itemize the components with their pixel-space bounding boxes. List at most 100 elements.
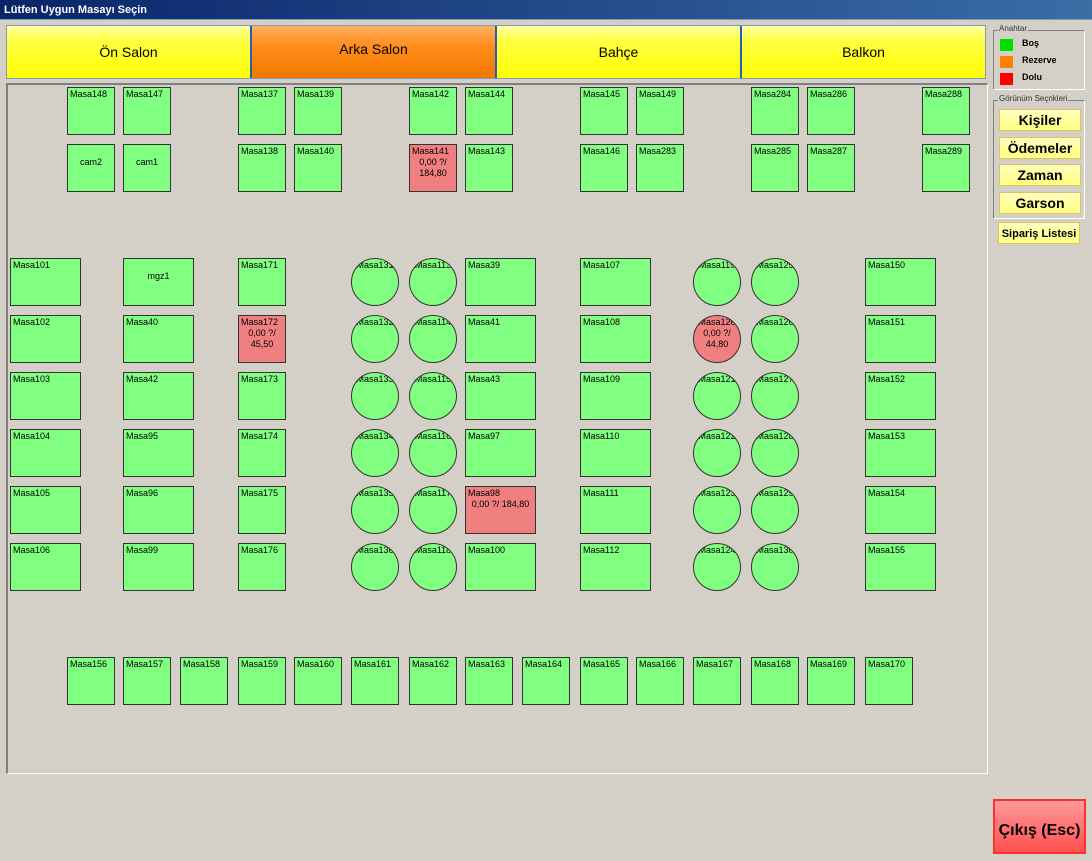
table-masa111[interactable]: Masa111 bbox=[580, 486, 651, 534]
table-masa106[interactable]: Masa106 bbox=[10, 543, 81, 591]
table-masa114[interactable]: Masa114 bbox=[409, 315, 457, 363]
table-masa97[interactable]: Masa97 bbox=[465, 429, 536, 477]
table-masa101[interactable]: Masa101 bbox=[10, 258, 81, 306]
kisiler-button[interactable]: Kişiler bbox=[999, 109, 1081, 131]
table-masa108[interactable]: Masa108 bbox=[580, 315, 651, 363]
table-cam2[interactable]: cam2 bbox=[67, 144, 115, 192]
table-masa121[interactable]: Masa121 bbox=[693, 372, 741, 420]
exit-button[interactable]: Çıkış (Esc) bbox=[993, 799, 1086, 854]
table-masa117[interactable]: Masa117 bbox=[409, 486, 457, 534]
table-masa112[interactable]: Masa112 bbox=[580, 543, 651, 591]
table-masa171[interactable]: Masa171 bbox=[238, 258, 286, 306]
garson-button[interactable]: Garson bbox=[999, 192, 1081, 214]
table-masa161[interactable]: Masa161 bbox=[351, 657, 399, 705]
table-masa123[interactable]: Masa123 bbox=[693, 486, 741, 534]
table-mgz1[interactable]: mgz1 bbox=[123, 258, 194, 306]
table-masa131[interactable]: Masa131 bbox=[351, 258, 399, 306]
table-masa119[interactable]: Masa119 bbox=[693, 258, 741, 306]
table-masa128[interactable]: Masa128 bbox=[751, 429, 799, 477]
table-masa146[interactable]: Masa146 bbox=[580, 144, 628, 192]
tab-on-salon[interactable]: Ön Salon bbox=[7, 26, 252, 78]
table-masa170[interactable]: Masa170 bbox=[865, 657, 913, 705]
table-masa287[interactable]: Masa287 bbox=[807, 144, 855, 192]
table-masa162[interactable]: Masa162 bbox=[409, 657, 457, 705]
table-masa141[interactable]: Masa141 0,00 ?/ 184,80 bbox=[409, 144, 457, 192]
tab-arka-salon[interactable]: Arka Salon bbox=[252, 26, 497, 78]
table-masa39[interactable]: Masa39 bbox=[465, 258, 536, 306]
table-masa155[interactable]: Masa155 bbox=[865, 543, 936, 591]
table-masa143[interactable]: Masa143 bbox=[465, 144, 513, 192]
table-masa142[interactable]: Masa142 bbox=[409, 87, 457, 135]
table-masa109[interactable]: Masa109 bbox=[580, 372, 651, 420]
table-masa135[interactable]: Masa135 bbox=[351, 486, 399, 534]
tab-bahce[interactable]: Bahçe bbox=[497, 26, 742, 78]
table-masa147[interactable]: Masa147 bbox=[123, 87, 171, 135]
table-masa145[interactable]: Masa145 bbox=[580, 87, 628, 135]
table-masa124[interactable]: Masa124 bbox=[693, 543, 741, 591]
table-masa151[interactable]: Masa151 bbox=[865, 315, 936, 363]
table-masa133[interactable]: Masa133 bbox=[351, 372, 399, 420]
siparis-listesi-button[interactable]: Sipariş Listesi bbox=[998, 222, 1080, 244]
table-masa154[interactable]: Masa154 bbox=[865, 486, 936, 534]
table-masa130[interactable]: Masa130 bbox=[751, 543, 799, 591]
table-masa115[interactable]: Masa115 bbox=[409, 372, 457, 420]
zaman-button[interactable]: Zaman bbox=[999, 164, 1081, 186]
table-masa122[interactable]: Masa122 bbox=[693, 429, 741, 477]
table-masa175[interactable]: Masa175 bbox=[238, 486, 286, 534]
table-masa160[interactable]: Masa160 bbox=[294, 657, 342, 705]
table-masa134[interactable]: Masa134 bbox=[351, 429, 399, 477]
table-masa139[interactable]: Masa139 bbox=[294, 87, 342, 135]
table-masa167[interactable]: Masa167 bbox=[693, 657, 741, 705]
table-masa107[interactable]: Masa107 bbox=[580, 258, 651, 306]
table-masa136[interactable]: Masa136 bbox=[351, 543, 399, 591]
table-masa168[interactable]: Masa168 bbox=[751, 657, 799, 705]
table-masa176[interactable]: Masa176 bbox=[238, 543, 286, 591]
table-masa158[interactable]: Masa158 bbox=[180, 657, 228, 705]
table-masa42[interactable]: Masa42 bbox=[123, 372, 194, 420]
table-masa126[interactable]: Masa126 bbox=[751, 315, 799, 363]
table-masa113[interactable]: Masa113 bbox=[409, 258, 457, 306]
table-masa98[interactable]: Masa98 0,00 ?/ 184,80 bbox=[465, 486, 536, 534]
table-masa43[interactable]: Masa43 bbox=[465, 372, 536, 420]
table-masa137[interactable]: Masa137 bbox=[238, 87, 286, 135]
table-masa286[interactable]: Masa286 bbox=[807, 87, 855, 135]
table-masa125[interactable]: Masa125 bbox=[751, 258, 799, 306]
table-masa169[interactable]: Masa169 bbox=[807, 657, 855, 705]
table-masa165[interactable]: Masa165 bbox=[580, 657, 628, 705]
table-masa156[interactable]: Masa156 bbox=[67, 657, 115, 705]
table-masa105[interactable]: Masa105 bbox=[10, 486, 81, 534]
table-masa95[interactable]: Masa95 bbox=[123, 429, 194, 477]
table-masa96[interactable]: Masa96 bbox=[123, 486, 194, 534]
odemeler-button[interactable]: Ödemeler bbox=[999, 137, 1081, 159]
table-masa140[interactable]: Masa140 bbox=[294, 144, 342, 192]
table-masa104[interactable]: Masa104 bbox=[10, 429, 81, 477]
table-masa173[interactable]: Masa173 bbox=[238, 372, 286, 420]
table-masa138[interactable]: Masa138 bbox=[238, 144, 286, 192]
table-masa157[interactable]: Masa157 bbox=[123, 657, 171, 705]
table-masa153[interactable]: Masa153 bbox=[865, 429, 936, 477]
table-masa41[interactable]: Masa41 bbox=[465, 315, 536, 363]
table-masa164[interactable]: Masa164 bbox=[522, 657, 570, 705]
table-masa289[interactable]: Masa289 bbox=[922, 144, 970, 192]
table-masa283[interactable]: Masa283 bbox=[636, 144, 684, 192]
table-masa132[interactable]: Masa132 bbox=[351, 315, 399, 363]
table-masa159[interactable]: Masa159 bbox=[238, 657, 286, 705]
table-masa102[interactable]: Masa102 bbox=[10, 315, 81, 363]
table-masa116[interactable]: Masa116 bbox=[409, 429, 457, 477]
table-masa144[interactable]: Masa144 bbox=[465, 87, 513, 135]
table-masa120[interactable]: Masa120 0,00 ?/ 44,80 bbox=[693, 315, 741, 363]
table-masa152[interactable]: Masa152 bbox=[865, 372, 936, 420]
table-masa288[interactable]: Masa288 bbox=[922, 87, 970, 135]
table-masa163[interactable]: Masa163 bbox=[465, 657, 513, 705]
table-masa40[interactable]: Masa40 bbox=[123, 315, 194, 363]
table-masa99[interactable]: Masa99 bbox=[123, 543, 194, 591]
table-masa129[interactable]: Masa129 bbox=[751, 486, 799, 534]
table-masa166[interactable]: Masa166 bbox=[636, 657, 684, 705]
table-masa148[interactable]: Masa148 bbox=[67, 87, 115, 135]
table-masa118[interactable]: Masa118 bbox=[409, 543, 457, 591]
tab-balkon[interactable]: Balkon bbox=[742, 26, 985, 78]
table-masa149[interactable]: Masa149 bbox=[636, 87, 684, 135]
table-masa172[interactable]: Masa172 0,00 ?/ 45,50 bbox=[238, 315, 286, 363]
table-masa127[interactable]: Masa127 bbox=[751, 372, 799, 420]
table-masa110[interactable]: Masa110 bbox=[580, 429, 651, 477]
